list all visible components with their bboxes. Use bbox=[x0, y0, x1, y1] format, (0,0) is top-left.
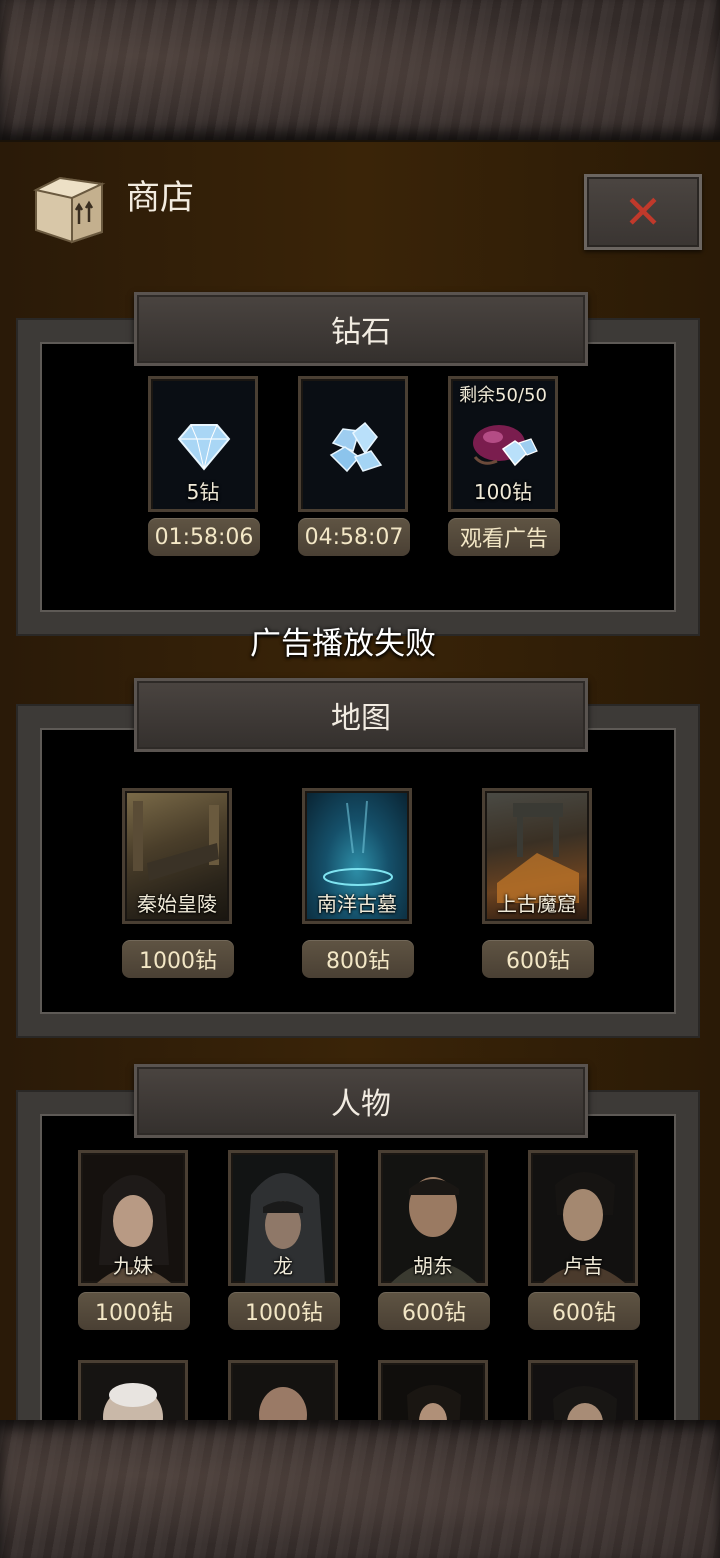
toast-message: 广告播放失败 bbox=[250, 626, 436, 662]
character-item-long[interactable]: 龙 bbox=[228, 1150, 338, 1286]
map-section: 地图 秦始皇陵 1000钻 南洋古墓 800钻 上古魔窟 600钻 bbox=[18, 678, 698, 1038]
diamond-item-1-timer: 01:58:06 bbox=[148, 518, 260, 556]
portrait-image bbox=[533, 1365, 633, 1422]
page-title: 商店 bbox=[126, 178, 194, 218]
map-item-qinshihuang[interactable]: 秦始皇陵 bbox=[122, 788, 232, 924]
character-section-title: 人物 bbox=[134, 1064, 588, 1138]
character-item-hudong[interactable]: 胡东 bbox=[378, 1150, 488, 1286]
map-item-name: 上古魔窟 bbox=[497, 892, 577, 916]
character-price-luji[interactable]: 600钻 bbox=[528, 1292, 640, 1330]
character-item-row2-2[interactable] bbox=[228, 1360, 338, 1422]
character-price-long[interactable]: 1000钻 bbox=[228, 1292, 340, 1330]
character-item-row2-4[interactable] bbox=[528, 1360, 638, 1422]
map-item-shanggu[interactable]: 上古魔窟 bbox=[482, 788, 592, 924]
character-item-row2-1[interactable] bbox=[78, 1360, 188, 1422]
map-price-shanggu[interactable]: 600钻 bbox=[482, 940, 594, 978]
character-price-jiumei[interactable]: 1000钻 bbox=[78, 1292, 190, 1330]
close-icon: ✕ bbox=[623, 185, 663, 239]
stone-top-border bbox=[0, 0, 720, 140]
map-price-qinshihuang[interactable]: 1000钻 bbox=[122, 940, 234, 978]
diamond-item-3[interactable]: 剩余50/50 100钻 bbox=[448, 376, 558, 512]
character-item-row2-3[interactable] bbox=[378, 1360, 488, 1422]
watch-ad-button[interactable]: 观看广告 bbox=[448, 518, 560, 556]
diamond-pile-icon bbox=[303, 381, 405, 509]
diamond-item-1[interactable]: 5钻 bbox=[148, 376, 258, 512]
map-price-nanyang[interactable]: 800钻 bbox=[302, 940, 414, 978]
diamond-item-1-caption: 5钻 bbox=[186, 480, 220, 504]
character-name: 卢吉 bbox=[563, 1254, 603, 1278]
diamond-item-3-remaining: 剩余50/50 bbox=[459, 385, 547, 406]
map-section-title: 地图 bbox=[134, 678, 588, 752]
diamond-item-2[interactable] bbox=[298, 376, 408, 512]
diamond-section-title: 钻石 bbox=[134, 292, 588, 366]
character-name: 九妹 bbox=[113, 1254, 153, 1278]
portrait-image bbox=[233, 1365, 333, 1422]
stone-bottom-border bbox=[0, 1420, 720, 1558]
shop-panel: 商店 ✕ 钻石 5钻 01:58:06 04:58:07 剩余50/50 100… bbox=[0, 140, 720, 1422]
portrait-image bbox=[83, 1365, 183, 1422]
box-icon bbox=[32, 172, 106, 244]
diamond-section: 钻石 5钻 01:58:06 04:58:07 剩余50/50 100钻 观看广… bbox=[18, 292, 698, 634]
portrait-image bbox=[383, 1365, 483, 1422]
map-item-name: 南洋古墓 bbox=[317, 892, 397, 916]
character-item-jiumei[interactable]: 九妹 bbox=[78, 1150, 188, 1286]
character-section: 人物 九妹 1000钻 龙 1000钻 胡东 600钻 卢吉 600钻 bbox=[18, 1064, 698, 1422]
character-name: 龙 bbox=[273, 1254, 293, 1278]
character-price-hudong[interactable]: 600钻 bbox=[378, 1292, 490, 1330]
map-item-name: 秦始皇陵 bbox=[137, 892, 217, 916]
diamond-item-2-timer: 04:58:07 bbox=[298, 518, 410, 556]
map-item-nanyang[interactable]: 南洋古墓 bbox=[302, 788, 412, 924]
character-item-luji[interactable]: 卢吉 bbox=[528, 1150, 638, 1286]
diamond-item-3-caption: 100钻 bbox=[473, 480, 533, 504]
close-button[interactable]: ✕ bbox=[584, 174, 702, 250]
character-name: 胡东 bbox=[413, 1254, 453, 1278]
